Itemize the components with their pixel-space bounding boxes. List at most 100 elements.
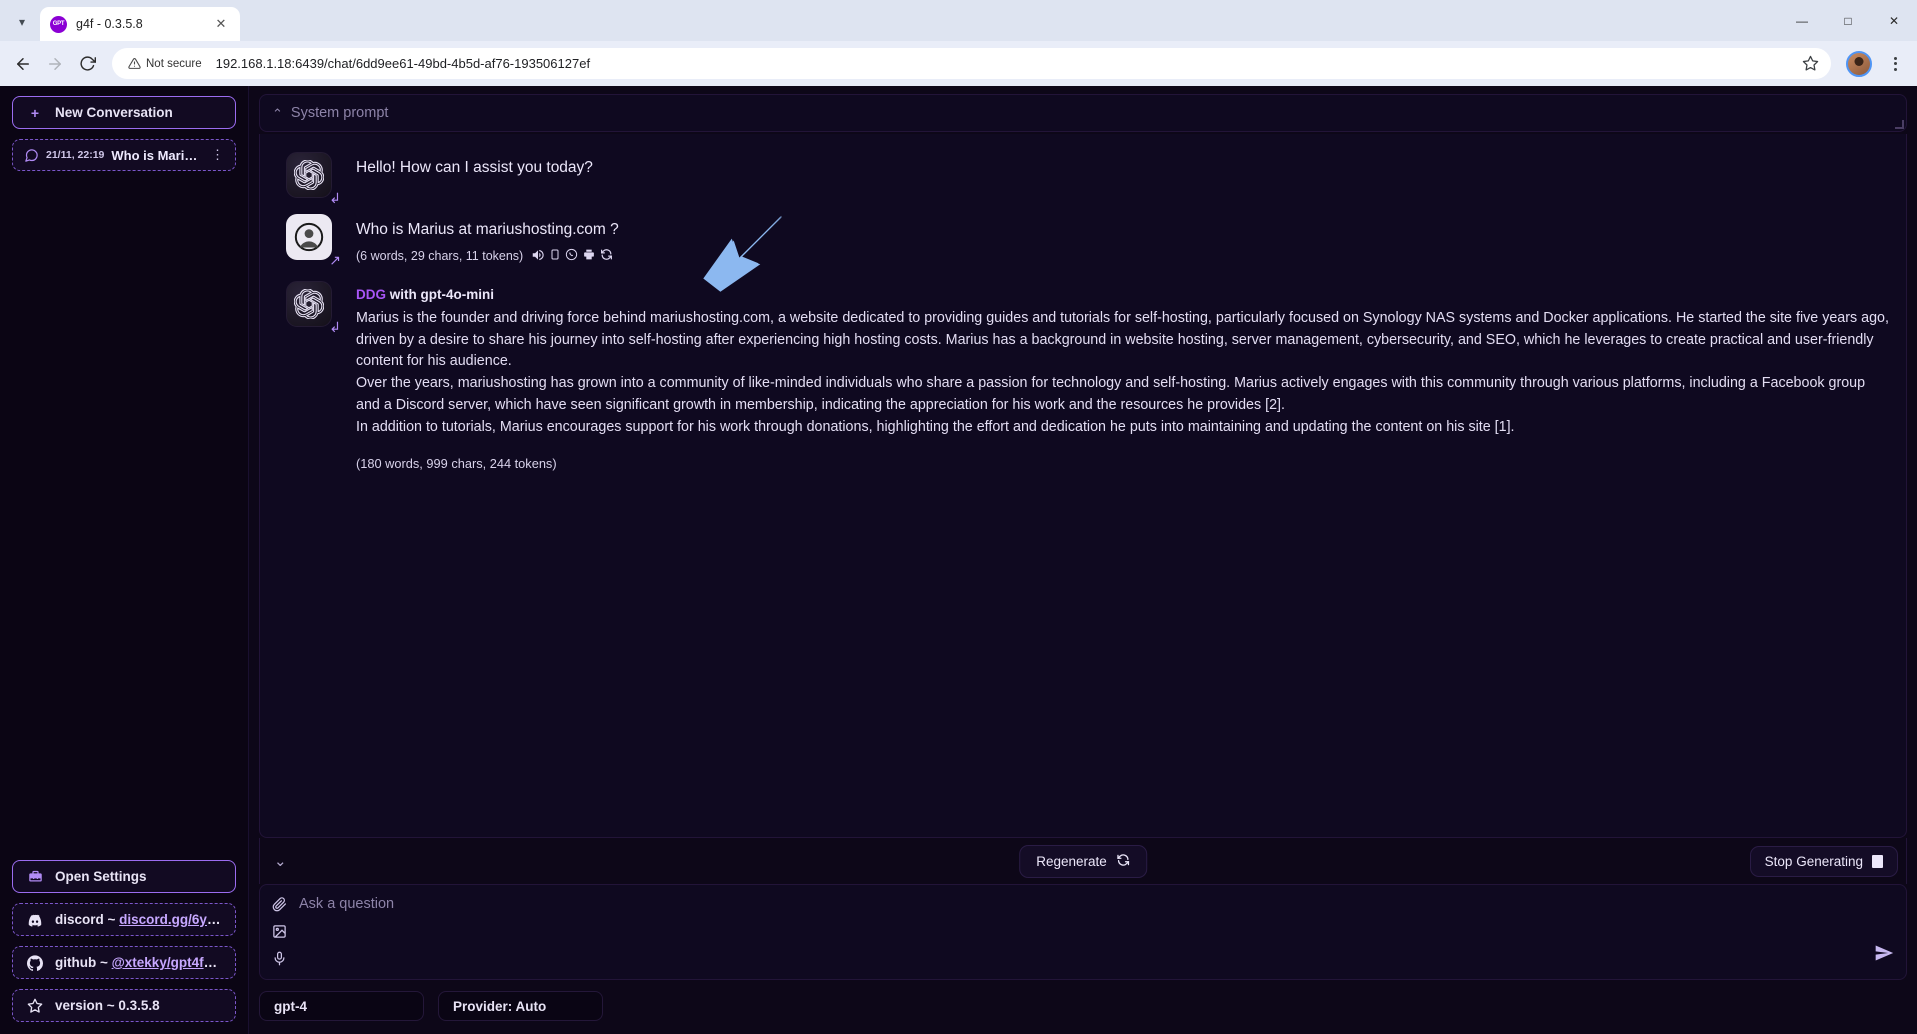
user-message-stats: (6 words, 29 chars, 11 tokens)	[356, 249, 524, 264]
window-controls: — □ ✕	[1779, 0, 1917, 41]
reload-icon[interactable]	[72, 49, 102, 79]
sidebar: + New Conversation 21/11, 22:19 Who is M…	[0, 86, 249, 1034]
scroll-to-bottom-icon[interactable]: ⌄	[268, 848, 293, 874]
provider-suffix: with gpt-4o-mini	[389, 286, 494, 302]
page-content: + New Conversation 21/11, 22:19 Who is M…	[0, 86, 1917, 1034]
tab-title: g4f - 0.3.5.8	[76, 17, 143, 31]
chat-bubbles-icon	[23, 148, 39, 163]
discord-link-label: discord ~ discord.gg/6yrm7H...	[55, 912, 221, 927]
assistant-answer-text: Marius is the founder and driving force …	[356, 308, 1890, 438]
whatsapp-icon[interactable]	[565, 248, 578, 264]
answer-paragraph-1: Marius is the founder and driving force …	[356, 309, 1889, 370]
refresh-icon[interactable]	[600, 248, 613, 264]
openai-logo-icon	[286, 280, 332, 327]
message-action-icons	[531, 248, 613, 265]
message-user-question: ↗ Who is Marius at mariushosting.com ? (…	[276, 214, 1890, 267]
arrow-in-icon[interactable]: ↲	[329, 191, 341, 205]
model-provider-bar: gpt-4 Provider: Auto	[259, 986, 1907, 1034]
github-prefix: github ~	[55, 955, 112, 970]
browser-toolbar: Not secure 192.168.1.18:6439/chat/6dd9ee…	[0, 41, 1917, 86]
version-label: version ~ 0.3.5.8	[55, 998, 160, 1013]
message-assistant-greeting: ↲ Hello! How can I assist you today?	[276, 152, 1890, 205]
back-arrow-icon[interactable]	[8, 49, 38, 79]
address-bar[interactable]: Not secure 192.168.1.18:6439/chat/6dd9ee…	[112, 48, 1831, 79]
paperclip-icon[interactable]	[272, 897, 287, 914]
plus-icon: +	[30, 104, 40, 121]
model-select[interactable]: gpt-4	[259, 991, 424, 1021]
provider-name[interactable]: DDG	[356, 287, 386, 302]
site-security-badge[interactable]: Not secure	[124, 54, 210, 73]
tab-close-icon[interactable]: ✕	[212, 15, 230, 33]
discord-link-item[interactable]: discord ~ discord.gg/6yrm7H...	[12, 903, 236, 936]
refresh-icon	[1116, 853, 1130, 870]
provider-line: DDG with gpt-4o-mini	[356, 287, 1890, 302]
conversation-timestamp: 21/11, 22:19	[46, 149, 105, 161]
regenerate-label: Regenerate	[1036, 853, 1107, 869]
tab-search-chevron-icon[interactable]: ▾	[8, 8, 36, 36]
message-input-area[interactable]: Ask a question	[259, 884, 1907, 980]
avatar: ↲	[286, 280, 341, 334]
browser-tab[interactable]: GPT g4f - 0.3.5.8 ✕	[40, 7, 240, 41]
bookmark-star-icon[interactable]	[1797, 51, 1823, 77]
discord-url[interactable]: discord.gg/6yrm7H...	[119, 912, 221, 927]
open-settings-label: Open Settings	[55, 869, 147, 884]
github-link-item[interactable]: github ~ @xtekky/gpt4free	[12, 946, 236, 979]
open-settings-button[interactable]: Open Settings	[12, 860, 236, 893]
version-item[interactable]: version ~ 0.3.5.8	[12, 989, 236, 1022]
image-icon[interactable]	[272, 924, 287, 941]
ask-question-input[interactable]: Ask a question	[299, 896, 1894, 969]
warning-triangle-icon	[128, 58, 141, 69]
assistant-greeting-text: Hello! How can I assist you today?	[356, 159, 593, 176]
tab-strip: ▾ GPT g4f - 0.3.5.8 ✕ — □ ✕	[0, 0, 1917, 41]
resize-grip-icon[interactable]	[1895, 120, 1904, 129]
toolbox-icon	[27, 869, 43, 884]
assistant-answer-stats: (180 words, 999 chars, 244 tokens)	[356, 456, 557, 472]
github-link-label: github ~ @xtekky/gpt4free	[55, 955, 221, 970]
github-url[interactable]: @xtekky/gpt4free	[112, 955, 221, 970]
conversation-list-item[interactable]: 21/11, 22:19 Who is Marius at mari... ⋮	[12, 139, 236, 171]
window-maximize-button[interactable]: □	[1825, 0, 1871, 41]
messages-panel: ↲ Hello! How can I assist you today? ↗ W…	[259, 134, 1907, 838]
answer-paragraph-2: Over the years, mariushosting has grown …	[356, 375, 1866, 413]
window-minimize-button[interactable]: —	[1779, 0, 1825, 41]
new-conversation-label: New Conversation	[55, 105, 173, 120]
arrow-out-icon[interactable]: ↗	[329, 253, 341, 267]
regenerate-button[interactable]: Regenerate	[1019, 844, 1147, 878]
url-text[interactable]: 192.168.1.18:6439/chat/6dd9ee61-49bd-4b5…	[216, 56, 1791, 71]
site-security-label: Not secure	[146, 57, 202, 70]
forward-arrow-icon[interactable]	[40, 49, 70, 79]
discord-icon	[27, 912, 43, 928]
print-icon[interactable]	[582, 248, 596, 264]
message-assistant-answer: ↲ DDG with gpt-4o-mini Marius is the fou…	[276, 280, 1890, 471]
answer-paragraph-3: In addition to tutorials, Marius encoura…	[356, 418, 1515, 435]
avatar: ↗	[286, 214, 341, 267]
system-prompt-placeholder: System prompt	[290, 105, 389, 121]
browser-menu-icon[interactable]	[1881, 50, 1909, 78]
input-side-icons	[272, 895, 287, 969]
conversation-column: ⌃ System prompt ↲ Hello! How can I assis…	[249, 86, 1917, 1034]
new-conversation-button[interactable]: + New Conversation	[12, 96, 236, 129]
user-question-text: Who is Marius at mariushosting.com ?	[356, 221, 619, 238]
stop-generating-button[interactable]: Stop Generating	[1749, 845, 1898, 877]
microphone-icon[interactable]	[272, 951, 287, 968]
avatar: ↲	[286, 152, 341, 205]
message-controls-row: ⌄ Regenerate Stop Generating	[259, 838, 1907, 884]
tab-favicon-icon: GPT	[50, 15, 67, 33]
clipboard-icon[interactable]	[549, 248, 561, 264]
stop-square-icon	[1872, 854, 1883, 868]
user-avatar-icon	[286, 214, 332, 260]
conversation-menu-icon[interactable]: ⋮	[208, 147, 227, 163]
message-body: DDG with gpt-4o-mini Marius is the found…	[356, 281, 1890, 471]
conversation-title: Who is Marius at mari...	[111, 147, 201, 163]
discord-prefix: discord ~	[55, 912, 120, 927]
speaker-icon[interactable]	[531, 248, 545, 265]
provider-select[interactable]: Provider: Auto	[438, 991, 603, 1021]
window-close-button[interactable]: ✕	[1871, 0, 1917, 41]
send-icon[interactable]	[1874, 943, 1894, 969]
user-message-stats-row: (6 words, 29 chars, 11 tokens)	[356, 248, 1890, 265]
double-chevron-up-icon[interactable]: ⌃	[272, 107, 283, 120]
arrow-in-icon[interactable]: ↲	[329, 320, 341, 334]
profile-avatar[interactable]	[1846, 50, 1872, 77]
system-prompt-box[interactable]: ⌃ System prompt	[259, 94, 1907, 132]
